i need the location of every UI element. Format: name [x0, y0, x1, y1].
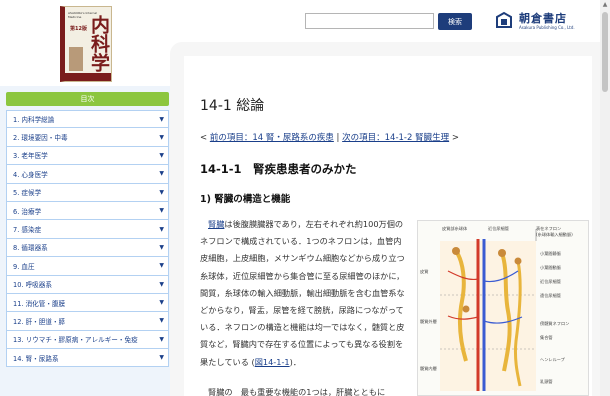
toc-item-label: 9. 血圧 — [13, 262, 35, 271]
toc-item-14[interactable]: 14. 腎・尿路系 ▼ — [6, 349, 169, 368]
nav-separator: | — [333, 133, 343, 143]
toc-item-11[interactable]: 11. 消化管・腹膜 ▼ — [6, 293, 169, 313]
toc-header[interactable]: 目次 — [6, 92, 169, 106]
fig-label-right-2: 小葉間動脈 — [540, 265, 561, 270]
chevron-down-icon[interactable]: ▼ — [159, 299, 164, 306]
fig-label-right-8: 乳頭管 — [540, 379, 553, 384]
toc-item-12[interactable]: 12. 肝・胆道・膵 ▼ — [6, 312, 169, 331]
page-scrollbar[interactable]: ▲ — [600, 0, 610, 396]
nav-close: > — [449, 133, 459, 143]
chevron-down-icon[interactable]: ▼ — [159, 354, 164, 361]
chevron-down-icon[interactable]: ▼ — [159, 226, 164, 233]
chevron-down-icon[interactable]: ▼ — [159, 207, 164, 214]
toc-list: 1. 内科学総論 ▼ 2. 環境要因・中毒 ▼ 3. 老年医学 ▼ 4. 心身医学 ▼ … — [6, 110, 169, 368]
glomerulus-2 — [498, 249, 506, 257]
chapter-title: 14-1 総論 — [200, 98, 265, 114]
toc-item-label: 14. 腎・尿路系 — [13, 354, 59, 363]
chevron-down-icon[interactable]: ▼ — [159, 317, 164, 324]
fig-label-right-1: 小葉間静脈 — [540, 251, 561, 256]
search-input[interactable] — [305, 13, 434, 29]
fig-label-right-5: 傍髄質ネフロン — [540, 321, 570, 326]
toc-item-label: 6. 治療学 — [13, 207, 42, 216]
toc-item-6[interactable]: 6. 治療学 ▼ — [6, 201, 169, 221]
chevron-down-icon[interactable]: ▼ — [159, 336, 164, 343]
toc-item-label: 13. リウマチ・膠原病・アレルギー・免疫 — [13, 336, 138, 345]
next-item-link[interactable]: 次の項目：14-1-2 腎臓生理 — [342, 133, 449, 143]
publisher-name: 朝倉書店 — [519, 12, 567, 25]
body-paragraph-2: 腎臓の 最も重要な機能の1つは，肝臓とともに — [208, 387, 386, 396]
search-button[interactable]: 検索 — [438, 13, 472, 30]
chevron-down-icon[interactable]: ▼ — [159, 189, 164, 196]
scroll-up-arrow-icon[interactable]: ▲ — [600, 0, 610, 10]
toc-item-label: 3. 老年医学 — [13, 152, 48, 161]
toc-item-label: 12. 肝・胆道・膵 — [13, 317, 66, 326]
paragraph-text: は後腹膜臓器であり，左右それぞれ約100万個のネフロンで構成されている．1つのネ… — [200, 219, 405, 367]
fig-label-left-3: 髄質内層 — [420, 366, 437, 371]
chevron-down-icon[interactable]: ▼ — [159, 244, 164, 251]
body-paragraph: 腎臓は後腹膜臓器であり，左右それぞれ約100万個のネフロンで構成されている．1つ… — [200, 216, 407, 371]
fig-label-right-6: 集合管 — [540, 335, 553, 340]
glomerulus-3 — [514, 257, 522, 265]
figure-link[interactable]: 図14-1-1 — [255, 357, 290, 367]
nephron-diagram — [440, 229, 537, 391]
toc-item-label: 10. 呼吸器系 — [13, 281, 52, 290]
nephron-figure[interactable]: 皮質部糸球体 近位尿細管 表在ネフロン (糸球体輸入細動脈) 小葉間静脈 小葉間… — [417, 220, 589, 396]
prev-item-link[interactable]: 前の項目：14 腎・尿路系の疾患 — [210, 133, 334, 143]
paragraph-tail: )． — [289, 356, 302, 367]
fig-label-left-2: 髄質外層 — [420, 319, 437, 324]
glomerulus-1 — [452, 247, 460, 255]
chevron-down-icon[interactable]: ▼ — [159, 281, 164, 288]
toc-item-9[interactable]: 9. 血圧 ▼ — [6, 257, 169, 276]
book-cover-image[interactable]: ASAKURA's Internal Medicine 第12版 内科学 — [60, 6, 112, 82]
toc-item-label: 4. 心身医学 — [13, 170, 48, 179]
toc-item-7[interactable]: 7. 感染症 ▼ — [6, 220, 169, 239]
toc-item-10[interactable]: 10. 呼吸器系 ▼ — [6, 275, 169, 294]
item-navigation: < 前の項目：14 腎・尿路系の疾患 | 次の項目：14-1-2 腎臓生理 > — [200, 131, 459, 143]
fig-label-right-7: ヘンレループ — [540, 357, 565, 362]
toc-item-4[interactable]: 4. 心身医学 ▼ — [6, 165, 169, 184]
publisher-logo[interactable]: 朝倉書店 Asakura Publishing Co., Ltd. — [495, 10, 595, 34]
toc-item-2[interactable]: 2. 環境要因・中毒 ▼ — [6, 128, 169, 147]
cover-photo — [69, 47, 83, 71]
toc-item-label: 7. 感染症 — [13, 226, 42, 235]
toc-item-8[interactable]: 8. 循環器系 ▼ — [6, 238, 169, 258]
toc-item-5[interactable]: 5. 症候学 ▼ — [6, 183, 169, 202]
fig-label-top-right-1: 表在ネフロン — [536, 226, 562, 231]
cover-band — [65, 73, 111, 81]
toc-item-label: 5. 症候学 — [13, 189, 42, 198]
nav-open: < — [200, 133, 210, 143]
section-title: 14-1-1 腎疾患患者のみかた — [200, 162, 357, 176]
page: ASAKURA's Internal Medicine 第12版 内科学 検索 … — [0, 0, 610, 396]
toc-item-13[interactable]: 13. リウマチ・膠原病・アレルギー・免疫 ▼ — [6, 330, 169, 350]
toc-item-label: 8. 循環器系 — [13, 244, 48, 253]
chevron-down-icon[interactable]: ▼ — [159, 152, 164, 159]
toc-item-3[interactable]: 3. 老年医学 ▼ — [6, 146, 169, 166]
publisher-mark-icon — [495, 11, 513, 29]
chevron-down-icon[interactable]: ▼ — [159, 170, 164, 177]
toc-item-label: 1. 内科学総論 — [13, 116, 55, 125]
scroll-thumb[interactable] — [602, 12, 608, 92]
fig-label-right-3: 近位尿細管 — [540, 279, 561, 284]
toc-item-label: 11. 消化管・腹膜 — [13, 299, 66, 308]
toc-item-label: 2. 環境要因・中毒 — [13, 134, 68, 143]
toc-item-1[interactable]: 1. 内科学総論 ▼ — [6, 110, 169, 129]
chevron-down-icon[interactable]: ▼ — [159, 116, 164, 123]
subsection-title: 1) 腎臓の構造と機能 — [200, 194, 291, 205]
keyword-link[interactable]: 腎臓 — [208, 219, 224, 229]
fig-label-right-4: 遠位尿細管 — [540, 293, 561, 298]
fig-label-top-left: 皮質部糸球体 — [442, 226, 468, 231]
cover-title: 内科学 — [88, 15, 110, 72]
sidebar: 目次 1. 内科学総論 ▼ 2. 環境要因・中毒 ▼ 3. 老年医学 ▼ 4. 心身医… — [0, 86, 175, 396]
chevron-down-icon[interactable]: ▼ — [159, 262, 164, 269]
chevron-down-icon[interactable]: ▼ — [159, 134, 164, 141]
fig-label-left-1: 皮質 — [420, 269, 429, 274]
fig-label-top-mid: 近位尿細管 — [488, 226, 509, 231]
glomerulus-4 — [462, 305, 470, 313]
figure-background — [440, 241, 536, 391]
publisher-sub: Asakura Publishing Co., Ltd. — [519, 25, 575, 30]
fig-label-top-right-2: (糸球体輸入細動脈) — [536, 232, 573, 237]
